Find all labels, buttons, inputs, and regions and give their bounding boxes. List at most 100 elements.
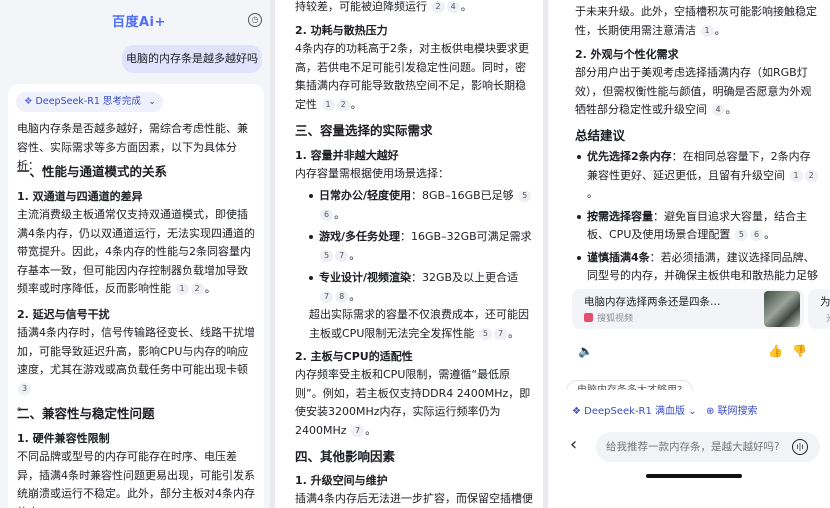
video-title: 电脑内存选择两条还是四条… <box>584 296 721 308</box>
thumbs-down-icon[interactable]: 👎 <box>792 344 807 358</box>
citation[interactable]: 2 <box>431 1 445 13</box>
paragraph: 主流消费级主板通常仅支持双通道模式，即使插满4条内存，仍以双通道运行，无法实现四… <box>17 208 255 295</box>
section-heading: 四、其他影响因素 <box>295 449 396 464</box>
video-card[interactable]: 为什么 光森 <box>808 289 830 329</box>
paragraph: 插满4条内存时，信号传输路径变长、线路干扰增加，可能导致延迟升高，影响CPU与内… <box>17 326 255 413</box>
subsection-heading: 1. 升级空间与维护 <box>295 474 388 487</box>
citation[interactable]: 2 <box>804 169 818 182</box>
video-title: 为什么 <box>820 296 830 308</box>
paragraph: 部分用户出于美观考虑选择插满内存（如RGB灯效），但需权衡性能与颜值，明确是否愿… <box>575 66 812 116</box>
subsection-heading: 1. 容量并非越大越好 <box>295 149 399 162</box>
paragraph: 超出实际需求的容量不仅浪费成本，还可能因主板或CPU限制无法完全发挥性能 5 7。 <box>309 308 529 340</box>
subsection-heading: 1. 双通道与四通道的差异 <box>17 190 143 203</box>
video-source: 搜狐视频 <box>584 311 633 324</box>
citation[interactable]: 2 <box>336 98 350 111</box>
chat-input-bar: ı|ı <box>596 432 820 462</box>
paragraph-text: 插满4条内存时，信号传输路径变长、线路干扰增加，可能导致延迟升高，影响CPU与内… <box>17 326 255 376</box>
list-item: 专业设计/视频渲染：32GB及以上更合适 7 8。 <box>307 269 535 306</box>
list-item-label: 专业设计/视频渲染 <box>319 271 412 284</box>
list-item-label: 游戏/多任务处理 <box>319 230 401 243</box>
paragraph-text: 主流消费级主板通常仅支持双通道模式，即使插满4条内存，仍以双通道运行，无法实现四… <box>17 208 255 295</box>
video-source-label: 搜狐视频 <box>597 314 634 324</box>
paragraph: 内存频率受主板和CPU限制，需遵循“最低原则”。例如，若主板仅支持DDR4 24… <box>295 368 531 437</box>
answer-card: ❖ DeepSeek-R1 思考完成 ⌄ 电脑内存条是否越多越好，需综合考虑性能、… <box>8 84 264 508</box>
chat-panel-left: 百度Ai+ ◷ 电脑的内存条是越多越好吗 ❖ DeepSeek-R1 思考完成 ⌄… <box>0 0 270 508</box>
app-header: 百度Ai+ ◷ <box>0 0 270 40</box>
citation[interactable]: 5 <box>518 190 532 202</box>
speaker-icon[interactable]: 🔈 <box>578 344 593 358</box>
home-indicator <box>646 474 742 478</box>
thumbs-up-icon[interactable]: 👍 <box>768 344 783 358</box>
summary-list: 优先选择2条内存：在相同总容量下，2条内存兼容性更好、延迟更低，且留有升级空间 … <box>575 148 821 304</box>
video-cards: 电脑内存选择两条还是四条… 搜狐视频 为什么 光森 <box>572 289 830 331</box>
list-item: 优先选择2条内存：在相同总容量下，2条内存兼容性更好、延迟更低，且留有升级空间 … <box>575 148 821 204</box>
paragraph: 内存容量需根据使用场景选择： <box>295 167 449 180</box>
citation[interactable]: 1 <box>175 283 189 295</box>
deepseek-icon: ❖ <box>24 96 33 107</box>
citation[interactable]: 1 <box>321 98 335 111</box>
model-status-label: DeepSeek-R1 思考完成 <box>35 96 141 107</box>
paragraph: 于未来升级。此外，空插槽积灰可能影响接触稳定性，长期使用需注意清洁 1。 <box>575 5 817 37</box>
paragraph-text: 于未来升级。此外，空插槽积灰可能影响接触稳定性，长期使用需注意清洁 <box>575 5 817 37</box>
video-source-icon <box>584 313 593 322</box>
user-message: 电脑的内存条是越多越好吗 <box>122 45 262 73</box>
answer-actions: 🔈 👍 👎 <box>578 344 818 360</box>
section-heading: 三、容量选择的实际需求 <box>295 123 433 138</box>
citation[interactable]: 1 <box>789 169 803 182</box>
model-status-badge[interactable]: ❖ DeepSeek-R1 思考完成 ⌄ <box>16 92 163 112</box>
section-heading: 二、兼容性与稳定性问题 <box>17 406 155 421</box>
video-card[interactable]: 电脑内存选择两条还是四条… 搜狐视频 <box>572 289 804 329</box>
chat-panel-right: 于未来升级。此外，空插槽积灰可能影响接触稳定性，长期使用需注意清洁 1。 2. … <box>548 0 830 508</box>
list-item: 游戏/多任务处理：16GB–32GB可满足需求 5 7。 <box>307 228 535 265</box>
subsection-heading: 2. 延迟与信号干扰 <box>17 308 110 321</box>
list-item: 按需选择容量：避免盲目追求大容量，结合主板、CPU及使用场景合理配置 5 6。 <box>575 208 821 245</box>
chevron-down-icon: ⌄ <box>148 97 156 107</box>
citation[interactable]: 7 <box>335 249 349 262</box>
citation[interactable]: 6 <box>749 229 764 241</box>
list-item: 日常办公/轻度使用：8GB–16GB已足够 56。 <box>307 187 535 224</box>
list-item-text: ：8GB–16GB已足够 <box>411 189 514 202</box>
citation[interactable]: 7 <box>351 424 365 437</box>
model-selector[interactable]: ❖ DeepSeek-R1 满血版 ⌄ <box>572 402 697 422</box>
usage-list: 日常办公/轻度使用：8GB–16GB已足够 56。 游戏/多任务处理：16GB–… <box>307 187 535 306</box>
paragraph: 插满4条内存后无法进一步扩容，而保留空插槽便 <box>295 492 533 505</box>
chat-panel-middle: 持较差，可能被迫降频运行 2 4。 2. 功耗与散热压力 4条内存的功耗高于2条，… <box>275 0 543 508</box>
web-search-toggle[interactable]: ⊕ 联网搜索 <box>706 402 758 422</box>
voice-input-icon[interactable]: ı|ı <box>792 439 808 455</box>
subsection-heading: 1. 硬件兼容性限制 <box>17 432 110 445</box>
paragraph: 4条内存的功耗高于2条，对主板供电模块要求更高，若供电不足可能引发稳定性问题。同… <box>295 42 529 111</box>
history-icon[interactable]: ◷ <box>248 13 262 27</box>
list-item-text: ：32GB及以上更合适 <box>411 271 519 284</box>
citation[interactable]: 5 <box>478 327 492 340</box>
citation[interactable]: 8 <box>335 290 349 303</box>
citation[interactable]: 7 <box>493 327 508 340</box>
section-heading: 一、性能与通道模式的关系 <box>17 164 168 179</box>
paragraph-text: 部分用户出于美观考虑选择插满内存（如RGB灯效），但需权衡性能与颜值，明确是否愿… <box>575 66 812 116</box>
list-item-label: 谨慎插满4条 <box>587 250 650 264</box>
list-item-label: 优先选择2条内存 <box>587 150 672 163</box>
paragraph: 持较差，可能被迫降频运行 2 4。 <box>295 0 472 13</box>
citation[interactable]: 6 <box>320 208 334 221</box>
paragraph-text: 持较差，可能被迫降频运行 <box>295 0 427 13</box>
citation[interactable]: 3 <box>18 382 32 395</box>
paragraph: 不同品牌或型号的内存可能存在时序、电压差异，插满4条时兼容性问题更易出现，可能引… <box>17 450 255 508</box>
citation[interactable]: 1 <box>700 24 714 37</box>
citation[interactable]: 4 <box>446 1 460 13</box>
citation[interactable]: 4 <box>711 104 725 116</box>
paragraph-text: 内存频率受主板和CPU限制，需遵循“最低原则”。例如，若主板仅支持DDR4 24… <box>295 368 531 437</box>
citation[interactable]: 5 <box>320 249 334 262</box>
citation[interactable]: 7 <box>320 290 334 303</box>
list-item-label: 按需选择容量 <box>587 209 653 223</box>
web-search-label: 联网搜索 <box>717 406 758 417</box>
citation[interactable]: 2 <box>190 283 204 295</box>
back-arrow-icon[interactable]: ‹ <box>570 434 577 455</box>
subsection-heading: 2. 外观与个性化需求 <box>575 48 679 61</box>
citation[interactable]: 5 <box>734 229 748 241</box>
chat-input[interactable] <box>606 432 786 462</box>
model-selector-label: DeepSeek-R1 满血版 <box>584 406 686 417</box>
app-logo: 百度Ai+ <box>112 15 166 30</box>
video-thumbnail <box>764 291 800 327</box>
video-source: 光森 <box>826 311 830 324</box>
list-item-text: ：16GB–32GB可满足需求 <box>400 230 532 243</box>
composer: ❖ DeepSeek-R1 满血版 ⌄ ⊕ 联网搜索 ‹ ı|ı <box>548 390 830 508</box>
